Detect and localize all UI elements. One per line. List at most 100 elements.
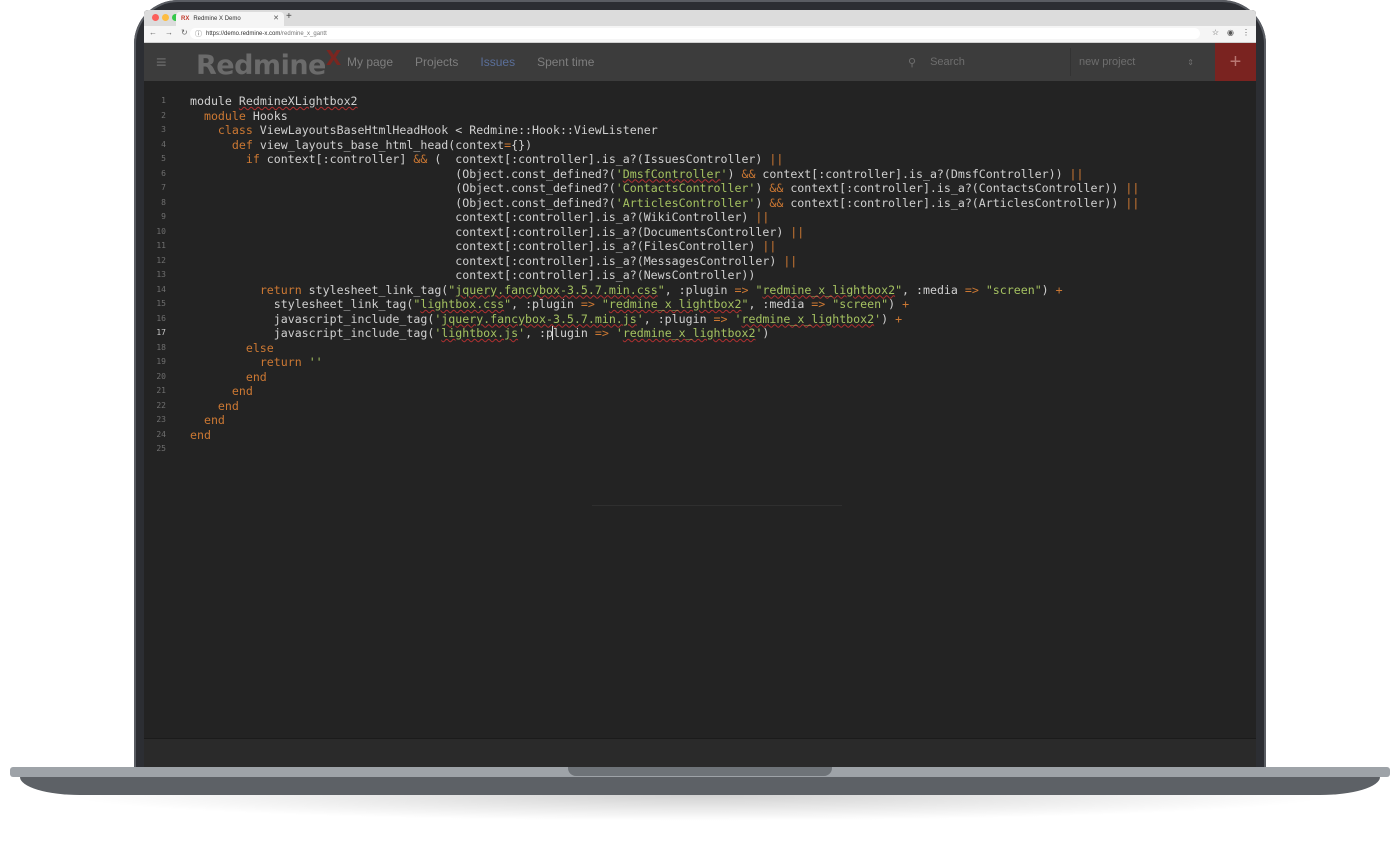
code-token: && bbox=[769, 181, 784, 195]
code-token: lugin bbox=[552, 326, 595, 340]
hamburger-menu-icon[interactable]: ≡ bbox=[156, 53, 167, 71]
redmine-x-logo[interactable]: RedmineX bbox=[196, 46, 341, 81]
code-token: ' bbox=[518, 326, 526, 340]
search-box[interactable]: ⚲ Search bbox=[908, 48, 1064, 76]
code-text: end bbox=[190, 370, 267, 385]
code-token: {}) bbox=[511, 137, 533, 152]
code-token: context[:controller].is_a?(DmsfControlle… bbox=[755, 166, 1070, 181]
code-token: , :p bbox=[525, 326, 553, 340]
minimize-window-dot[interactable] bbox=[162, 14, 169, 21]
code-token: context[:controller].is_a?(NewsControlle… bbox=[190, 268, 756, 282]
project-select[interactable]: new project ⇕ bbox=[1070, 48, 1200, 76]
code-line[interactable]: 2 module Hooks bbox=[144, 109, 1256, 124]
code-line[interactable]: 15 stylesheet_link_tag("lightbox.css", :… bbox=[144, 297, 1256, 312]
code-line[interactable]: 24 end bbox=[144, 428, 1256, 443]
line-number: 10 bbox=[156, 226, 166, 236]
code-token: end bbox=[245, 369, 267, 384]
code-token: && bbox=[413, 152, 428, 166]
code-line[interactable]: 13 context[:controller].is_a?(NewsContro… bbox=[144, 268, 1256, 283]
line-number: 4 bbox=[161, 139, 166, 149]
code-line[interactable]: 21 end bbox=[144, 384, 1256, 399]
code-line[interactable]: 6 (Object.const_defined?('DmsfController… bbox=[144, 167, 1256, 182]
code-line[interactable]: 22 end bbox=[144, 399, 1256, 414]
menu-spent-time[interactable]: Spent time bbox=[537, 55, 594, 69]
code-text: end bbox=[190, 413, 225, 428]
code-token: module bbox=[190, 94, 239, 108]
profile-icon[interactable]: ◉ bbox=[1227, 28, 1234, 37]
forward-icon[interactable]: → bbox=[165, 28, 173, 37]
code-token: + bbox=[895, 311, 903, 326]
code-token: end bbox=[190, 427, 211, 442]
code-line[interactable]: 20 end bbox=[144, 370, 1256, 385]
browser-nav-buttons: ← → ↻ bbox=[149, 28, 188, 37]
code-line[interactable]: 5 if context[:controller] && ( context[:… bbox=[144, 152, 1256, 167]
code-token: && bbox=[741, 166, 756, 181]
code-line[interactable]: 25 bbox=[144, 442, 1256, 457]
code-token: view_layouts_base_html_head(context bbox=[252, 137, 505, 152]
code-token: if bbox=[245, 152, 260, 166]
code-text: (Object.const_defined?('ArticlesControll… bbox=[190, 196, 1139, 211]
code-token: ' bbox=[615, 166, 623, 181]
code-line[interactable]: 1 module RedmineXLightbox2 bbox=[144, 94, 1256, 109]
code-text: def view_layouts_base_html_head(context=… bbox=[190, 138, 532, 153]
reload-icon[interactable]: ↻ bbox=[181, 28, 188, 37]
site-info-icon[interactable]: ⓘ bbox=[195, 29, 202, 39]
code-token: ) bbox=[888, 297, 903, 311]
code-line[interactable]: 18 else bbox=[144, 341, 1256, 356]
add-button[interactable]: + bbox=[1215, 43, 1256, 81]
code-token: , :plugin bbox=[511, 297, 581, 311]
code-token: context[:controller] bbox=[259, 152, 414, 166]
line-number: 9 bbox=[161, 212, 166, 221]
close-window-dot[interactable] bbox=[152, 14, 159, 21]
menu-my-page[interactable]: My page bbox=[347, 55, 393, 69]
search-icon: ⚲ bbox=[908, 56, 917, 69]
line-number: 3 bbox=[161, 125, 166, 134]
code-token: ' bbox=[615, 326, 623, 340]
line-number: 25 bbox=[156, 444, 166, 453]
code-line[interactable]: 10 context[:controller].is_a?(DocumentsC… bbox=[144, 225, 1256, 240]
url-field[interactable]: ⓘ https://demo.redmine-x.com/redmine_x_g… bbox=[190, 28, 1200, 39]
browser-tab[interactable]: RX Redmine X Demo ✕ bbox=[176, 12, 284, 26]
code-token: Hooks bbox=[245, 108, 288, 123]
browser-menu-icon[interactable]: ⋮ bbox=[1242, 28, 1250, 37]
code-line[interactable]: 8 (Object.const_defined?('ArticlesContro… bbox=[144, 196, 1256, 211]
menu-issues[interactable]: Issues bbox=[480, 55, 515, 69]
url-path: /redmine_x_gantt bbox=[280, 30, 327, 37]
code-line[interactable]: 4 def view_layouts_base_html_head(contex… bbox=[144, 138, 1256, 153]
code-line[interactable]: 12 context[:controller].is_a?(MessagesCo… bbox=[144, 254, 1256, 269]
code-line[interactable]: 7 (Object.const_defined?('ContactsContro… bbox=[144, 181, 1256, 196]
code-line[interactable]: 23 end bbox=[144, 413, 1256, 428]
menu-projects[interactable]: Projects bbox=[415, 55, 458, 69]
search-input[interactable]: Search bbox=[930, 56, 965, 68]
code-token: stylesheet_link_tag( bbox=[190, 297, 414, 311]
code-token: context[:controller].is_a?(WikiControlle… bbox=[190, 210, 756, 224]
code-line[interactable]: 14 return stylesheet_link_tag("jquery.fa… bbox=[144, 283, 1256, 298]
code-line[interactable]: 11 context[:controller].is_a?(FilesContr… bbox=[144, 239, 1256, 254]
code-text: module Hooks bbox=[190, 109, 288, 124]
code-token: && bbox=[769, 195, 784, 210]
divider bbox=[592, 505, 842, 506]
code-editor[interactable]: 1 module RedmineXLightbox2 2 module Hooks 3… bbox=[144, 94, 1256, 457]
code-text: end bbox=[190, 428, 211, 443]
bookmark-star-icon[interactable]: ☆ bbox=[1212, 28, 1219, 37]
back-icon[interactable]: ← bbox=[149, 28, 157, 37]
code-line[interactable]: 9 context[:controller].is_a?(WikiControl… bbox=[144, 210, 1256, 225]
new-tab-icon[interactable]: + bbox=[286, 11, 292, 22]
code-text: context[:controller].is_a?(NewsControlle… bbox=[190, 268, 755, 283]
tab-close-icon[interactable]: ✕ bbox=[273, 14, 279, 22]
code-line[interactable]: 19 return '' bbox=[144, 355, 1256, 370]
code-line[interactable]: 16 javascript_include_tag('jquery.fancyb… bbox=[144, 312, 1256, 327]
code-line[interactable]: 17 javascript_include_tag('lightbox.js',… bbox=[144, 326, 1256, 341]
code-token: javascript_include_tag( bbox=[190, 326, 435, 340]
code-token: , :media bbox=[902, 282, 965, 297]
code-token: " bbox=[657, 282, 665, 297]
line-number: 6 bbox=[161, 168, 166, 178]
code-line[interactable]: 3 class ViewLayoutsBaseHtmlHeadHook < Re… bbox=[144, 123, 1256, 138]
